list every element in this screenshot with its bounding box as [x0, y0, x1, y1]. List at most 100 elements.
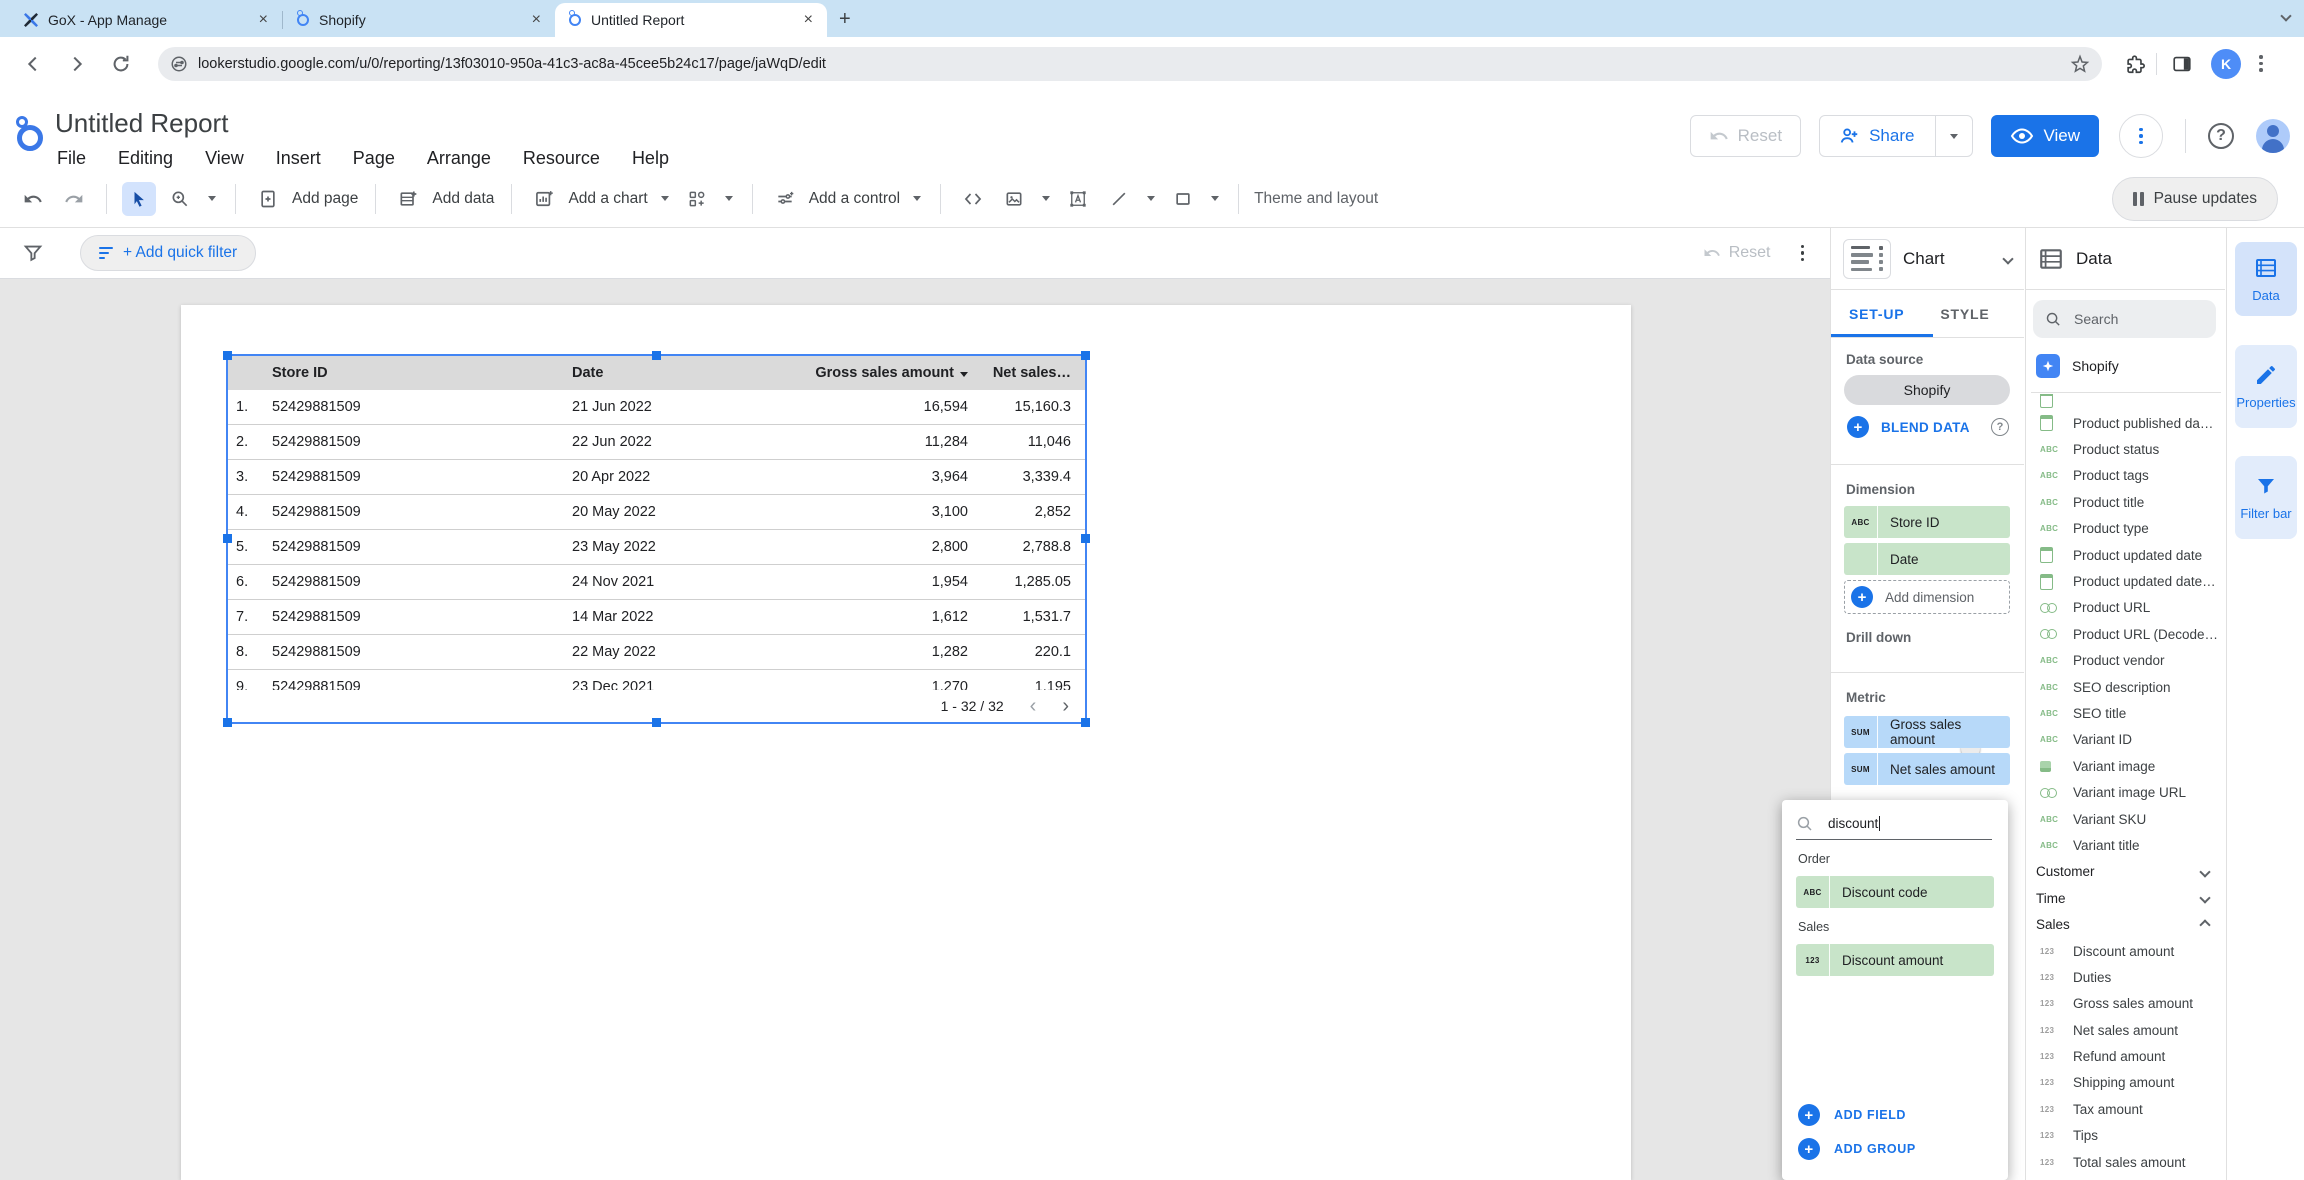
- help-icon[interactable]: ?: [2208, 123, 2234, 149]
- menu-item[interactable]: File: [57, 148, 86, 169]
- metric-pill[interactable]: SUM Net sales amount: [1844, 753, 2010, 785]
- extensions-icon[interactable]: [2124, 53, 2146, 75]
- community-visualizations-caret[interactable]: [725, 196, 733, 201]
- report-canvas[interactable]: Store ID Date Gross sales amount Net sal…: [0, 279, 1830, 1180]
- field-row[interactable]: Variant image URL: [2026, 779, 2225, 805]
- undo-icon[interactable]: [16, 182, 50, 216]
- add-control-button[interactable]: Add a control: [809, 190, 900, 208]
- next-page-icon[interactable]: ›: [1062, 695, 1069, 718]
- resize-handle-w[interactable]: [223, 534, 232, 543]
- add-chart-caret[interactable]: [661, 196, 669, 201]
- report-title[interactable]: Untitled Report: [55, 108, 228, 139]
- pause-updates-button[interactable]: Pause updates: [2112, 177, 2278, 221]
- field-row[interactable]: Product updated date…: [2026, 568, 2225, 594]
- field-row[interactable]: Refund amount: [2026, 1043, 2225, 1069]
- field-row[interactable]: Product type: [2026, 516, 2225, 542]
- resize-handle-ne[interactable]: [1081, 351, 1090, 360]
- side-panel-icon[interactable]: [2171, 53, 2193, 75]
- resize-handle-nw[interactable]: [223, 351, 232, 360]
- field-row[interactable]: SEO description: [2026, 674, 2225, 700]
- field-row[interactable]: SEO title: [2026, 700, 2225, 726]
- back-icon[interactable]: [22, 53, 44, 75]
- field-row[interactable]: Gross sales amount: [2026, 991, 2225, 1017]
- shape-tool-icon[interactable]: [1166, 182, 1200, 216]
- line-tool-caret[interactable]: [1147, 196, 1155, 201]
- site-info-icon[interactable]: [170, 55, 188, 73]
- view-button[interactable]: View: [1991, 115, 2099, 157]
- user-avatar[interactable]: [2256, 119, 2290, 153]
- zoom-caret[interactable]: [208, 196, 216, 201]
- chart-panel-header[interactable]: Chart: [1831, 228, 2024, 290]
- blend-data-button[interactable]: + BLEND DATA: [1847, 416, 1970, 438]
- table-row[interactable]: 5. 52429881509 23 May 2022 2,800 2,788.8: [228, 530, 1085, 565]
- resize-handle-e[interactable]: [1081, 534, 1090, 543]
- report-page[interactable]: Store ID Date Gross sales amount Net sal…: [181, 305, 1631, 1180]
- theme-and-layout-button[interactable]: Theme and layout: [1254, 190, 1378, 208]
- field-row[interactable]: Discount amount: [2026, 938, 2225, 964]
- field-row[interactable]: Duties: [2026, 964, 2225, 990]
- add-group-button[interactable]: + ADD GROUP: [1798, 1138, 1916, 1160]
- browser-tab-gox[interactable]: GoX - App Manage ×: [10, 3, 282, 37]
- field-row[interactable]: Product tags: [2026, 463, 2225, 489]
- dimension-pill[interactable]: ABC Store ID: [1844, 506, 2010, 538]
- share-dropdown-caret[interactable]: [1935, 116, 1972, 156]
- chart-type-chevron-icon[interactable]: [2002, 253, 2013, 264]
- add-field-button[interactable]: + ADD FIELD: [1798, 1104, 1906, 1126]
- field-row[interactable]: Product vendor: [2026, 648, 2225, 674]
- url-text[interactable]: lookerstudio.google.com/u/0/reporting/13…: [198, 56, 826, 72]
- field-row[interactable]: Product title: [2026, 489, 2225, 515]
- redo-icon[interactable]: [57, 182, 91, 216]
- dimension-pill[interactable]: Date: [1844, 543, 2010, 575]
- column-header-net-sales[interactable]: Net sales…: [968, 365, 1085, 381]
- menu-item[interactable]: View: [205, 148, 244, 169]
- browser-avatar[interactable]: K: [2211, 49, 2241, 79]
- resize-handle-se[interactable]: [1081, 718, 1090, 727]
- filter-bar-menu-icon[interactable]: [1797, 241, 1809, 266]
- table-row[interactable]: 4. 52429881509 20 May 2022 3,100 2,852: [228, 495, 1085, 530]
- field-row[interactable]: Shipping amount: [2026, 1070, 2225, 1096]
- field-row[interactable]: Tax amount: [2026, 1096, 2225, 1122]
- field-row[interactable]: Total sales amount: [2026, 1149, 2225, 1175]
- rail-data-button[interactable]: Data: [2235, 242, 2297, 316]
- add-control-caret[interactable]: [913, 196, 921, 201]
- field-row[interactable]: Product updated date: [2026, 542, 2225, 568]
- filter-reset-button[interactable]: Reset: [1703, 244, 1771, 262]
- field-row[interactable]: Variant SKU: [2026, 806, 2225, 832]
- field-row[interactable]: Product URL: [2026, 595, 2225, 621]
- select-cursor-tool[interactable]: [122, 182, 156, 216]
- line-tool-icon[interactable]: [1102, 182, 1136, 216]
- url-input[interactable]: lookerstudio.google.com/u/0/reporting/13…: [158, 47, 2102, 81]
- rail-filter-bar-button[interactable]: Filter bar: [2235, 456, 2297, 539]
- resize-handle-s[interactable]: [652, 718, 661, 727]
- column-header-gross-sales[interactable]: Gross sales amount: [796, 365, 968, 381]
- column-header-store-id[interactable]: Store ID: [272, 365, 572, 381]
- filter-funnel-icon[interactable]: [22, 242, 44, 264]
- add-page-button[interactable]: Add page: [292, 190, 358, 208]
- resize-handle-n[interactable]: [652, 351, 661, 360]
- tab-setup[interactable]: SET-UP: [1831, 306, 1922, 322]
- add-control-icon[interactable]: [768, 182, 802, 216]
- tab-close-icon[interactable]: ×: [259, 11, 268, 29]
- add-page-icon[interactable]: [251, 182, 285, 216]
- reset-button[interactable]: Reset: [1690, 115, 1801, 157]
- menu-item[interactable]: Resource: [523, 148, 600, 169]
- data-source-pill[interactable]: Shopify: [1844, 375, 2010, 405]
- more-options-button[interactable]: [2119, 114, 2163, 158]
- tab-style[interactable]: STYLE: [1922, 306, 2007, 322]
- field-search-box[interactable]: Search: [2033, 300, 2216, 338]
- blend-help-icon[interactable]: ?: [1991, 418, 2009, 436]
- browser-tab-untitled-report[interactable]: Untitled Report ×: [555, 3, 827, 37]
- previous-page-icon[interactable]: ‹: [1030, 695, 1037, 718]
- shape-tool-caret[interactable]: [1211, 196, 1219, 201]
- add-chart-button[interactable]: Add a chart: [568, 190, 647, 208]
- table-chart[interactable]: Store ID Date Gross sales amount Net sal…: [228, 356, 1085, 722]
- community-visualizations-icon[interactable]: [680, 182, 714, 216]
- metric-pill[interactable]: SUM Gross sales amount: [1844, 716, 2010, 748]
- zoom-tool-icon[interactable]: [163, 182, 197, 216]
- tab-close-icon[interactable]: ×: [532, 11, 541, 29]
- image-tool-icon[interactable]: [997, 182, 1031, 216]
- field-row[interactable]: Tips: [2026, 1123, 2225, 1149]
- field-group-row[interactable]: Customer: [2026, 859, 2225, 885]
- column-header-date[interactable]: Date: [572, 365, 796, 381]
- menu-item[interactable]: Arrange: [427, 148, 491, 169]
